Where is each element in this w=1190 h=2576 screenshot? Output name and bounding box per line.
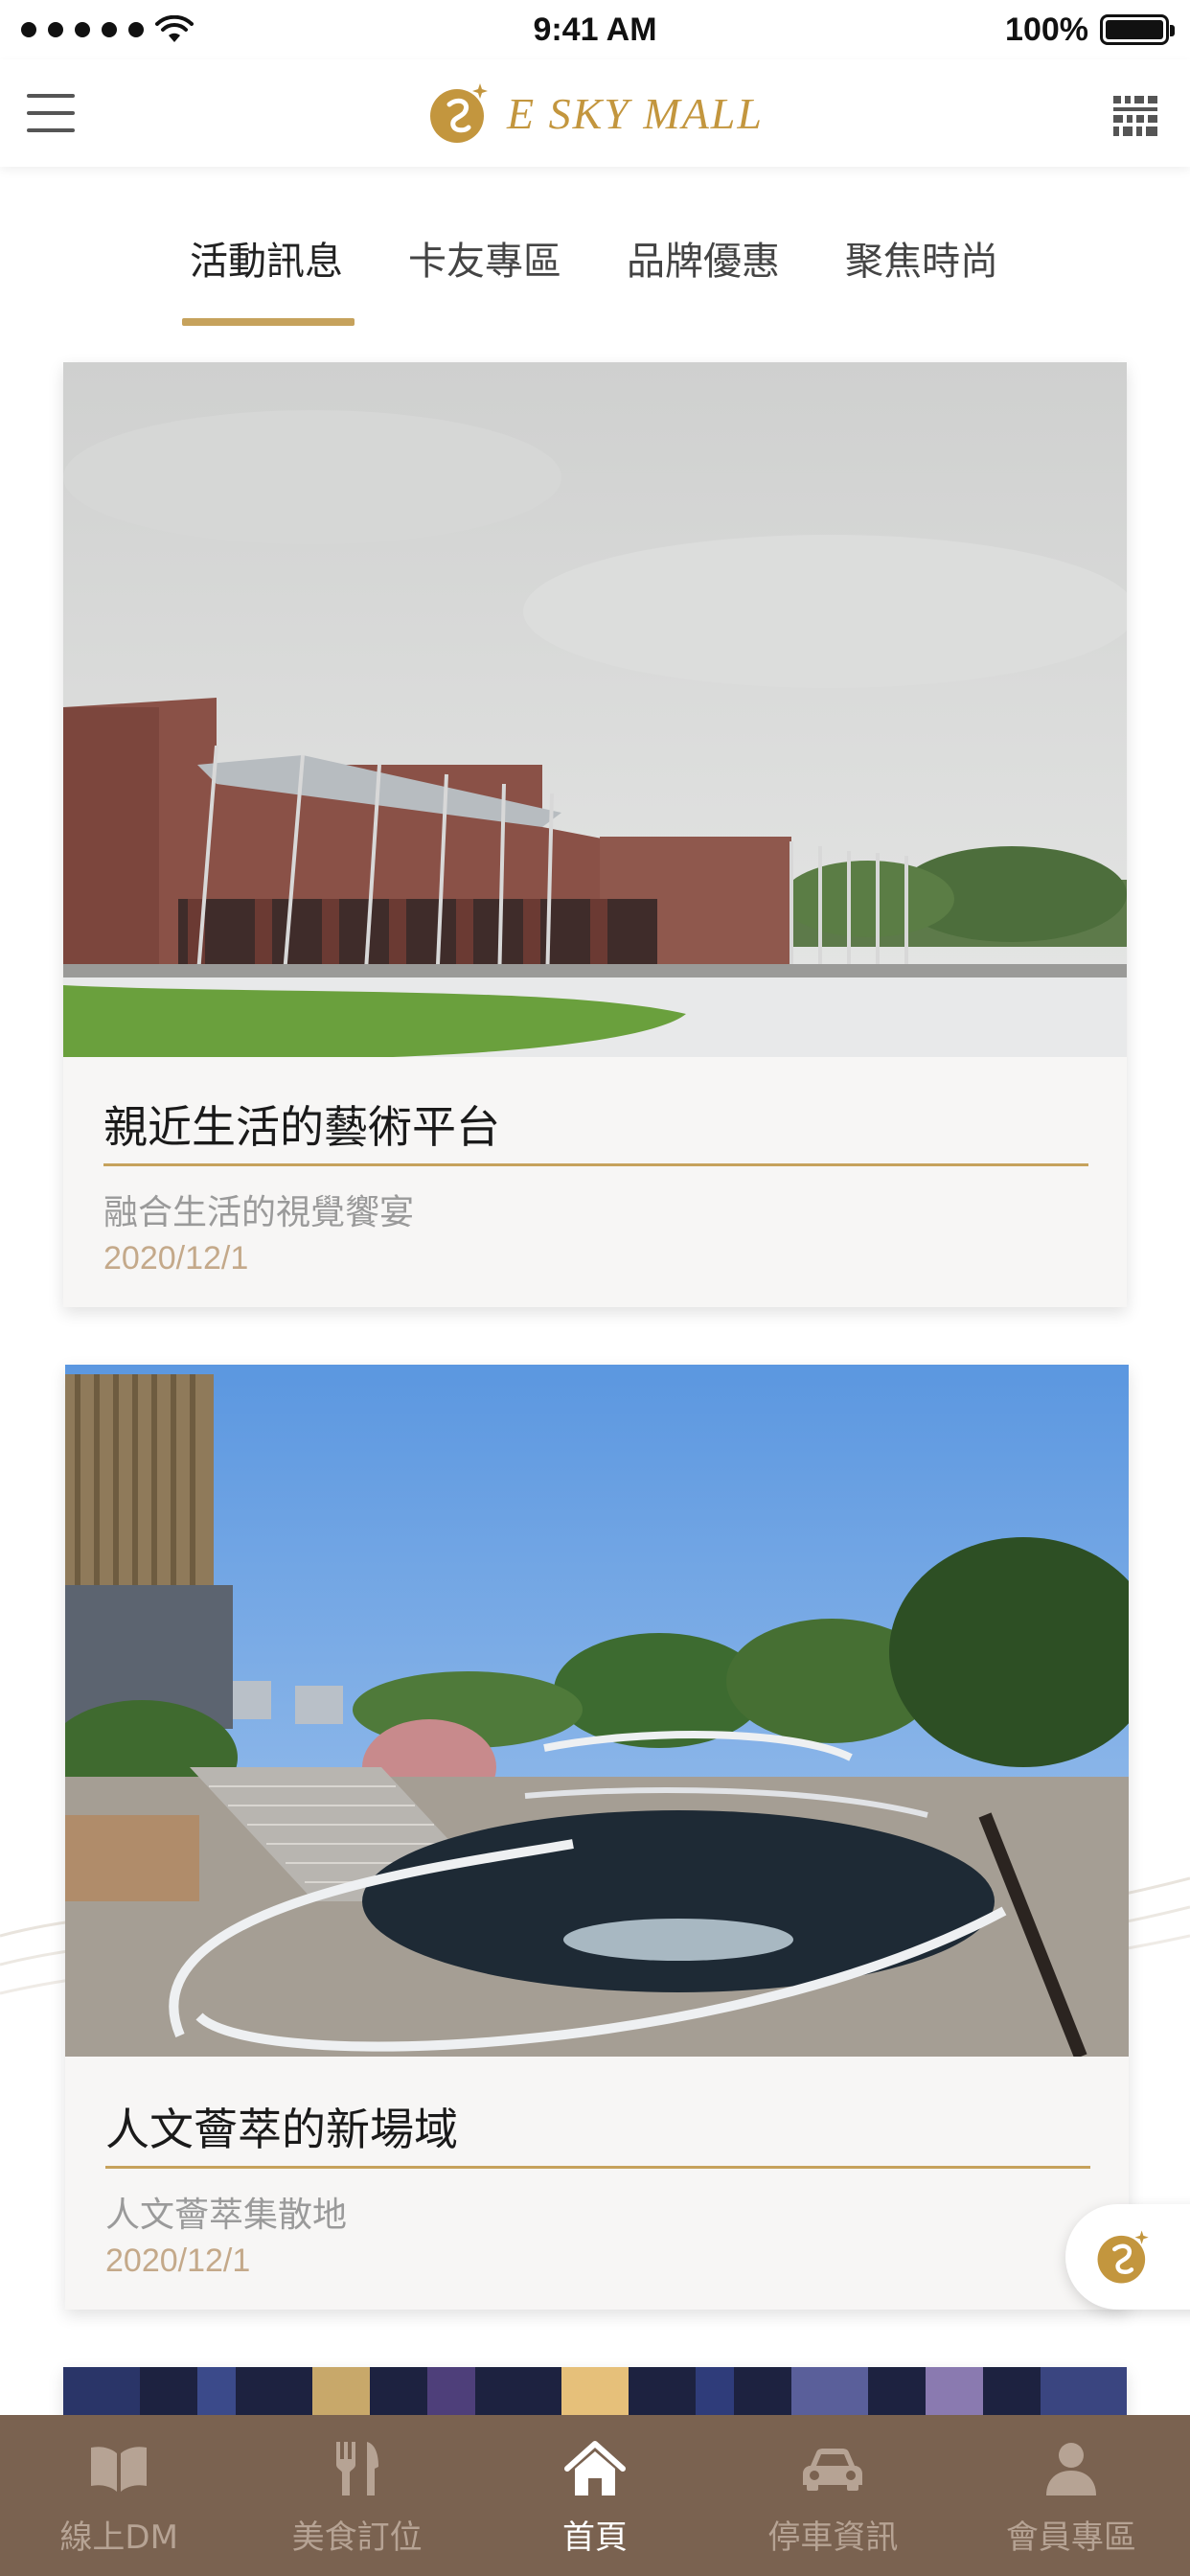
fork-knife-icon [335, 2442, 378, 2496]
card-title: 親近生活的藝術平台 [103, 1101, 500, 1153]
signal-indicator [21, 15, 194, 44]
card-subtitle: 人文薈萃集散地 [105, 2196, 348, 2235]
battery-icon [1100, 14, 1175, 45]
status-bar: 9:41 AM 100% [0, 0, 1190, 59]
barcode-icon[interactable] [1111, 94, 1159, 138]
card-image-concert-hall [63, 362, 1127, 1057]
active-tab-indicator [182, 318, 355, 326]
card-image-park-bridge [65, 1365, 1129, 2057]
event-card[interactable]: 人文薈萃的新場域 人文薈萃集散地 2020/12/1 [65, 1365, 1129, 2310]
nav-label: 會員專區 [1005, 2518, 1136, 2557]
signal-dot-icon [21, 22, 36, 37]
event-card[interactable]: 親近生活的藝術平台 融合生活的視覺饗宴 2020/12/1 [63, 362, 1127, 1307]
battery-percent: 100% [1005, 11, 1088, 48]
logo[interactable]: E SKY MALL [426, 80, 764, 147]
nav-member-area[interactable]: 會員專區 [952, 2415, 1190, 2576]
tab-activities[interactable]: 活動訊息 [190, 230, 343, 286]
logo-text: E SKY MALL [507, 88, 764, 138]
nav-dining-reservation[interactable]: 美食訂位 [238, 2415, 475, 2576]
signal-dot-icon [128, 22, 144, 37]
nav-online-dm[interactable]: 線上DM [0, 2415, 238, 2576]
floating-logo-button[interactable] [1065, 2204, 1190, 2310]
card-title: 人文薈萃的新場域 [105, 2104, 458, 2155]
nav-parking-info[interactable]: 停車資訊 [714, 2415, 951, 2576]
logo-mark-icon [1097, 2230, 1149, 2284]
bottom-nav: 線上DM 美食訂位 首頁 停車資訊 會員專區 [0, 2415, 1190, 2576]
logo-mark-icon [430, 83, 489, 143]
nav-label: 停車資訊 [767, 2518, 899, 2557]
wifi-icon [155, 15, 194, 42]
category-tabs: 活動訊息 卡友專區 品牌優惠 聚焦時尚 [0, 230, 1190, 326]
nav-label: 首頁 [562, 2518, 629, 2557]
nav-home[interactable]: 首頁 [476, 2415, 714, 2576]
tab-fashion[interactable]: 聚焦時尚 [845, 230, 998, 286]
signal-dot-icon [48, 22, 63, 37]
card-date: 2020/12/1 [105, 2242, 251, 2279]
car-icon [803, 2449, 863, 2491]
nav-label: 線上DM [59, 2518, 178, 2557]
nav-label: 美食訂位 [291, 2518, 423, 2557]
card-subtitle: 融合生活的視覺饗宴 [103, 1193, 415, 1232]
home-icon [564, 2441, 627, 2496]
person-icon [1045, 2443, 1096, 2496]
app-header: E SKY MALL [0, 59, 1190, 167]
signal-dot-icon [102, 22, 117, 37]
card-divider [103, 1163, 1088, 1166]
menu-icon[interactable] [27, 94, 75, 132]
tab-brand-offers[interactable]: 品牌優惠 [627, 230, 780, 286]
card-divider [105, 2166, 1090, 2169]
signal-dot-icon [75, 22, 90, 37]
tab-cardholder[interactable]: 卡友專區 [408, 230, 561, 286]
card-date: 2020/12/1 [103, 1240, 249, 1276]
book-icon [91, 2447, 148, 2492]
